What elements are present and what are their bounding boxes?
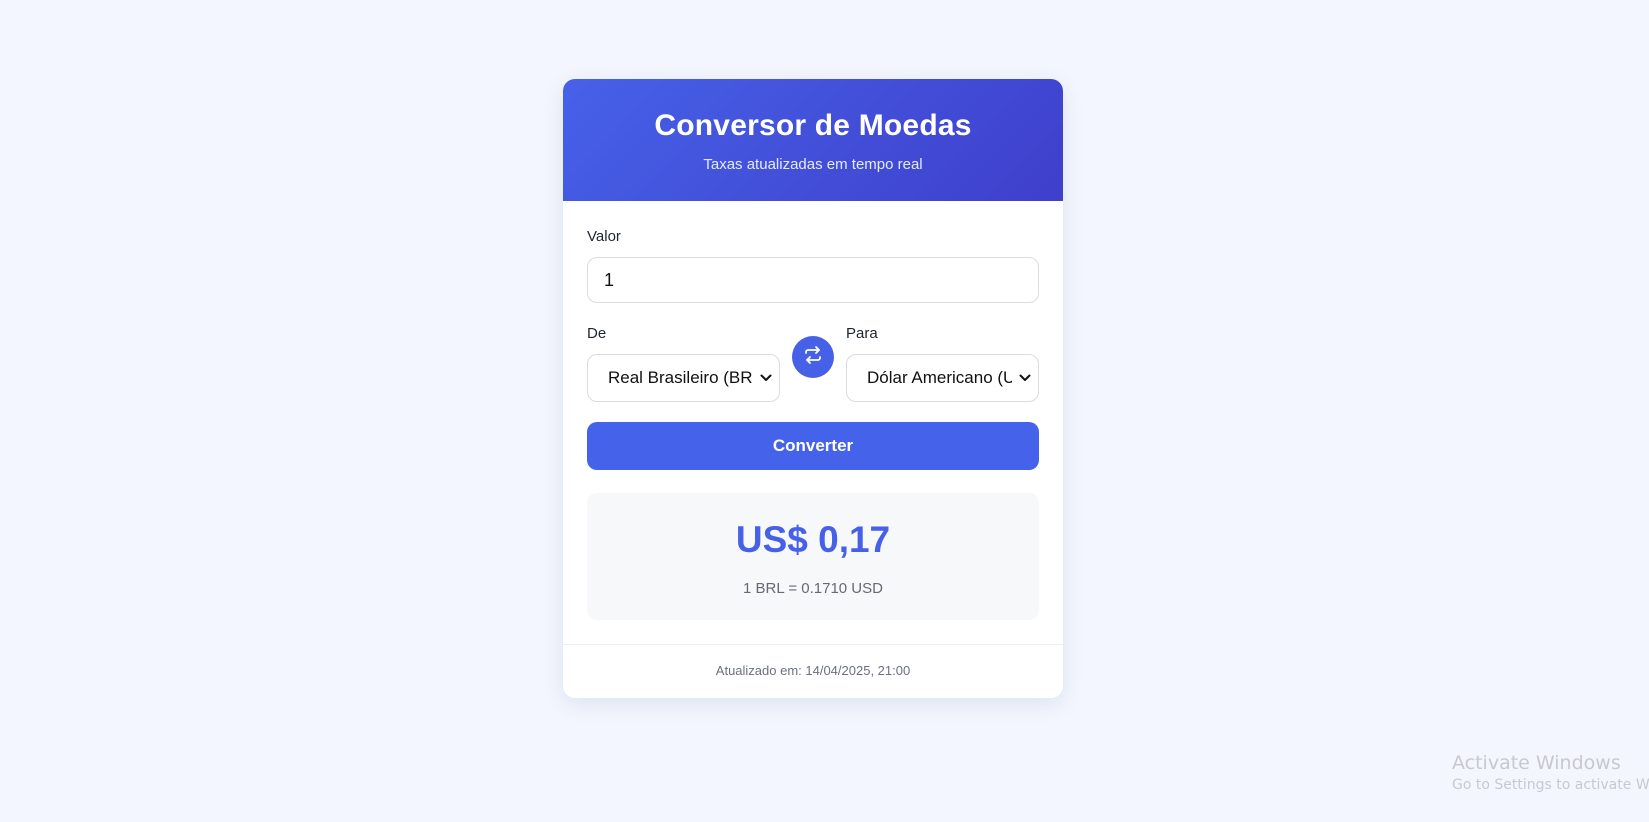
- swap-currencies-button[interactable]: [792, 336, 834, 378]
- page-title: Conversor de Moedas: [654, 109, 972, 142]
- chevron-down-icon: [759, 355, 773, 401]
- card-header: Conversor de Moedas Taxas atualizadas em…: [563, 79, 1063, 201]
- to-currency-select[interactable]: Dólar Americano (USD): [846, 354, 1039, 402]
- to-currency-label: Para: [846, 325, 878, 342]
- last-updated: Atualizado em: 14/04/2025, 21:00: [563, 644, 1063, 698]
- from-currency-select[interactable]: Real Brasileiro (BRL): [587, 354, 780, 402]
- windows-activation-watermark: Activate Windows Go to Settings to activ…: [1452, 751, 1649, 795]
- from-currency-label: De: [587, 325, 607, 342]
- to-currency-value: Dólar Americano (USD): [867, 368, 1012, 387]
- converter-card: Conversor de Moedas Taxas atualizadas em…: [563, 79, 1063, 698]
- exchange-rate: 1 BRL = 0.1710 USD: [743, 580, 883, 597]
- amount-input[interactable]: [587, 257, 1039, 303]
- convert-button[interactable]: Converter: [587, 422, 1039, 470]
- watermark-subtitle: Go to Settings to activate Windows.: [1452, 777, 1649, 793]
- from-currency-value: Real Brasileiro (BRL): [608, 368, 753, 387]
- page-subtitle: Taxas atualizadas em tempo real: [703, 156, 923, 173]
- chevron-down-icon: [1018, 355, 1032, 401]
- result-panel: US$ 0,17 1 BRL = 0.1710 USD: [587, 493, 1039, 620]
- page: Conversor de Moedas Taxas atualizadas em…: [0, 0, 1649, 822]
- swap-arrows-icon: [803, 345, 823, 370]
- card-body: Valor De Real Brasileiro (BRL): [563, 201, 1063, 645]
- watermark-title: Activate Windows: [1452, 752, 1621, 774]
- converted-amount: US$ 0,17: [735, 519, 891, 560]
- amount-label: Valor: [587, 228, 621, 245]
